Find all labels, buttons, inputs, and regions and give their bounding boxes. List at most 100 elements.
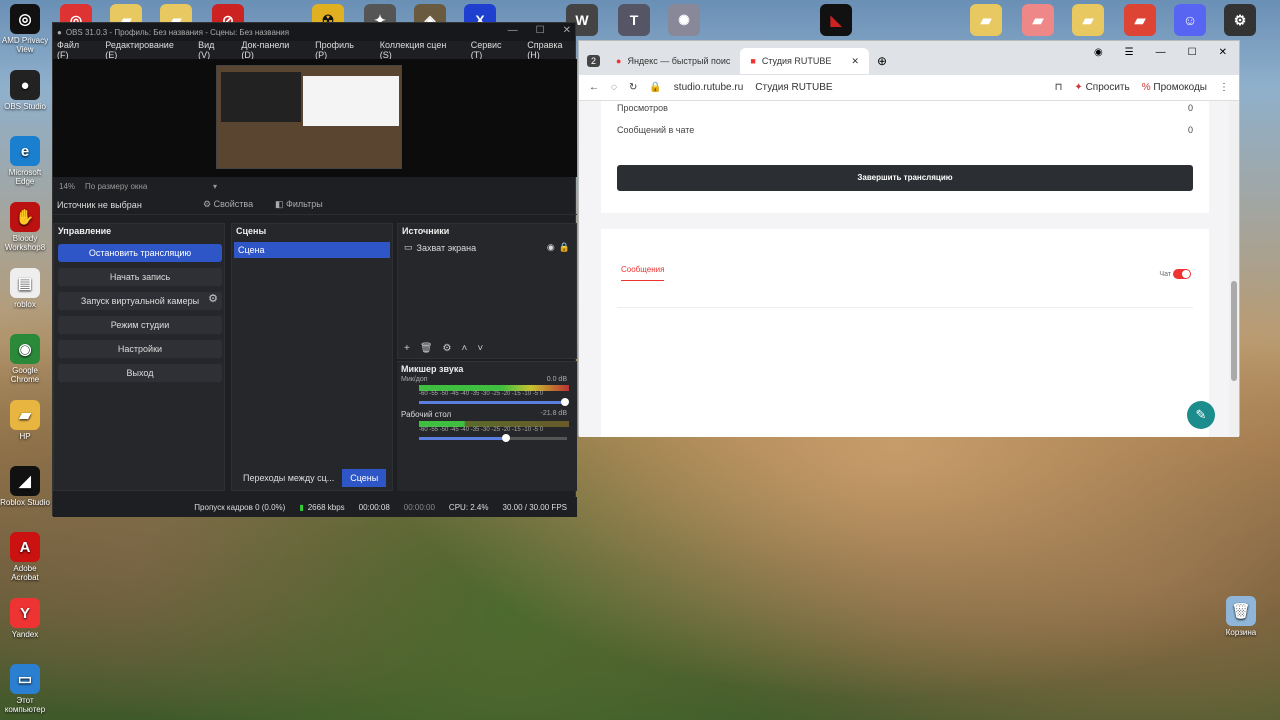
maximize-icon[interactable]: ☐ (536, 25, 545, 36)
app-icon[interactable]: ⚙ (1224, 4, 1256, 36)
sources-title: Источники (402, 226, 450, 236)
app-icon: A (10, 532, 40, 562)
preview-thumbnail (216, 65, 402, 169)
desktop-icon[interactable]: ◎ AMD Privacy View (0, 4, 50, 54)
tab-rutube[interactable]: ■ Студия RUTUBE ✕ (740, 48, 869, 74)
properties-button[interactable]: ⚙ Свойства (203, 199, 275, 210)
file-icon[interactable]: ▰ (1124, 4, 1156, 36)
chat-support-icon[interactable]: ✎ (1187, 401, 1215, 429)
menu-item[interactable]: Коллекция сцен (S) (380, 40, 457, 60)
window-controls[interactable]: ◉ ☰ — ☐ ✕ (1094, 47, 1227, 58)
control-button[interactable]: Начать запись (58, 268, 222, 286)
menu-item[interactable]: Справка (H) (527, 40, 575, 60)
discord-icon[interactable]: ☺ (1174, 4, 1206, 36)
control-button[interactable]: Режим студии (58, 316, 222, 334)
chat-toggle[interactable]: Чат (1159, 269, 1191, 279)
menu-item[interactable]: Вид (V) (198, 40, 227, 60)
sources-dock: Источники ▭ Захват экрана ◉ 🔒 + 🗑 ⚙ ˄ ˅ (397, 223, 577, 359)
app-icon: ◢ (10, 466, 40, 496)
app-icon[interactable]: ✺ (668, 4, 700, 36)
menu-item[interactable]: Док-панели (D) (241, 40, 301, 60)
more-icon[interactable]: ⋮ (1219, 82, 1229, 93)
protect-icon[interactable]: ◌ (611, 82, 617, 93)
desktop-icon[interactable]: ● OBS Studio (0, 70, 50, 111)
promo-button[interactable]: % Промокоды (1142, 82, 1207, 93)
end-stream-button[interactable]: Завершить трансляцию (617, 165, 1193, 191)
file-icon[interactable]: ▰ (1022, 4, 1054, 36)
gear-icon[interactable]: ⚙ (208, 292, 218, 305)
app-icon[interactable]: ◣ (820, 4, 852, 36)
source-item[interactable]: ▭ Захват экрана ◉ 🔒 (398, 238, 576, 257)
desktop-icon[interactable]: e Microsoft Edge (0, 136, 50, 186)
ask-button[interactable]: ✦ Спросить (1074, 82, 1129, 93)
obs-preview[interactable] (53, 59, 577, 177)
control-button[interactable]: Выход (58, 364, 222, 382)
desktop-icon[interactable]: Y Yandex (0, 598, 50, 639)
stats-card: Просмотров 0 Сообщений в чате 0 Завершить … (601, 101, 1209, 213)
desktop-icon[interactable]: A Adobe Acrobat (0, 532, 50, 582)
reload-icon[interactable]: ↻ (629, 82, 637, 93)
control-button[interactable]: Настройки (58, 340, 222, 358)
desktop-volume-slider[interactable] (419, 434, 567, 442)
no-source-label: Источник не выбран (57, 199, 142, 210)
chevron-down-icon[interactable]: ▾ (213, 182, 217, 191)
app-icon: ● (10, 70, 40, 100)
page-title: Студия RUTUBE (755, 82, 833, 93)
add-icon[interactable]: + (404, 343, 410, 354)
url-text[interactable]: studio.rutube.ru (674, 82, 744, 93)
chevron-up-icon[interactable]: ˄ (462, 343, 468, 354)
scrollbar[interactable] (1229, 101, 1239, 437)
sources-toolbar: + 🗑 ⚙ ˄ ˅ (404, 343, 483, 354)
new-tab-icon[interactable]: ⊕ (877, 54, 887, 68)
audio-mixer: Микшер звука Мик/доп 0.0 dB -60 -55 -50 -… (397, 361, 577, 491)
tab-bar: 2 ● Яндекс — быстрый поис ■ Студия RUTUBE ✕… (579, 41, 1239, 75)
preview-zoom[interactable]: 14% По размеру окна ▾ (53, 177, 577, 195)
filters-button[interactable]: ◧ Фильтры (275, 199, 323, 210)
desktop-icon-recycle-bin[interactable]: 🗑 Корзина (1216, 596, 1266, 637)
controls-dock: Управление Остановить трансляцию Начать з… (53, 223, 225, 491)
file-icon[interactable]: ▰ (970, 4, 1002, 36)
folder-icon[interactable]: ▰ (1072, 4, 1104, 36)
lock-icon: 🔒 (649, 82, 662, 93)
app-icon: ▰ (10, 400, 40, 430)
gear-icon[interactable]: ⚙ (443, 343, 452, 354)
recycle-bin-icon: 🗑 (1226, 596, 1256, 626)
bottom-tabs: Переходы между сц... Сцены (235, 469, 387, 487)
eye-icon[interactable]: ◉ (547, 242, 555, 253)
tab-transitions[interactable]: Переходы между сц... (235, 469, 343, 487)
obs-menubar: Файл (F) Редактирование (E) Вид (V) Док-пан… (53, 40, 575, 60)
desktop-icon[interactable]: ◢ Roblox Studio (0, 466, 50, 507)
chat-card: Сообщения Чат (601, 229, 1209, 437)
close-icon[interactable]: ✕ (563, 25, 571, 36)
control-button[interactable]: Остановить трансляцию (58, 244, 222, 262)
tab-messages[interactable]: Сообщения (621, 265, 665, 281)
lock-icon[interactable]: 🔒 (559, 242, 570, 253)
close-icon[interactable]: ✕ (851, 56, 859, 67)
desktop-icon[interactable]: ▭ Этот компьютер (0, 664, 50, 714)
tab-yandex[interactable]: ● Яндекс — быстрый поис (606, 48, 740, 74)
toggle-switch[interactable] (1173, 269, 1191, 279)
mic-volume-slider[interactable] (419, 398, 569, 406)
game-icon[interactable]: T (618, 4, 650, 36)
signal-icon: ▮ (299, 502, 304, 512)
desktop-icon[interactable]: ▰ HP (0, 400, 50, 441)
trash-icon[interactable]: 🗑 (420, 343, 433, 354)
minimize-icon[interactable]: — (508, 25, 518, 36)
menu-item[interactable]: Профиль (P) (315, 40, 366, 60)
desktop-icon[interactable]: ✋ Bloody Workshop8 (0, 202, 50, 252)
chevron-down-icon[interactable]: ˅ (477, 343, 483, 354)
bookmark-icon[interactable]: ⊓ (1055, 82, 1063, 93)
menu-item[interactable]: Редактирование (E) (105, 40, 184, 60)
scene-item[interactable]: Сцена (234, 242, 390, 258)
desktop-icon[interactable]: ▤ roblox (0, 268, 50, 309)
control-button[interactable]: Запуск виртуальной камеры (58, 292, 222, 310)
menu-item[interactable]: Сервис (T) (471, 40, 514, 60)
back-icon[interactable]: ← (589, 82, 599, 93)
obs-window: ● OBS 31.0.3 - Профиль: Без названия - С… (52, 22, 577, 517)
desktop-icon[interactable]: ◉ Google Chrome (0, 334, 50, 384)
tab-count-badge[interactable]: 2 (587, 55, 601, 67)
app-icon: ▤ (10, 268, 40, 298)
tab-scenes[interactable]: Сцены (342, 469, 387, 487)
menu-item[interactable]: Файл (F) (57, 40, 91, 60)
obs-logo-icon: ● (57, 27, 62, 37)
